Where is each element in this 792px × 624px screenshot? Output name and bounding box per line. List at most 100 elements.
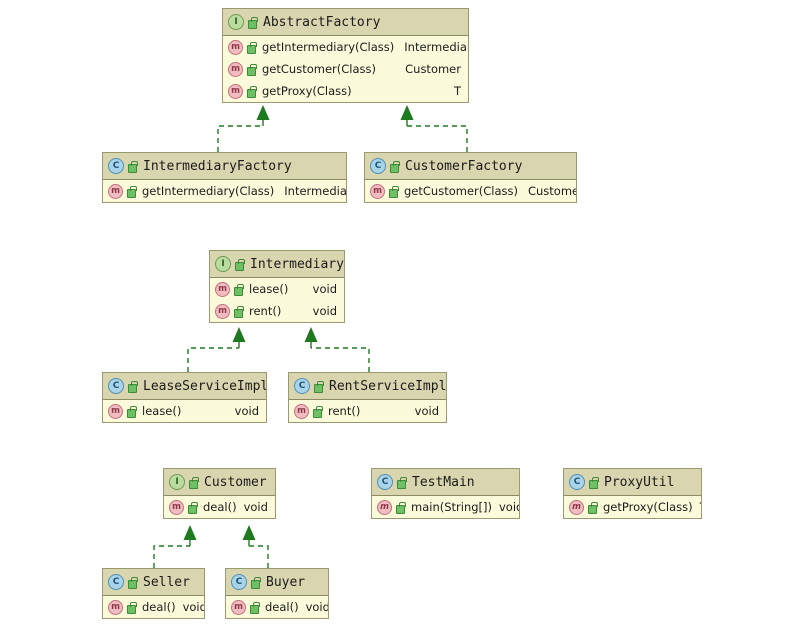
member-name: getProxy(Class): [262, 84, 352, 98]
uml-node-testmain[interactable]: C TestMain m main(String[]) void: [371, 468, 520, 519]
node-header[interactable]: C Seller: [103, 569, 204, 596]
member-name: getCustomer(Class): [262, 62, 376, 76]
member-row[interactable]: m getIntermediary(Class) Intermediary: [103, 180, 346, 202]
member-row[interactable]: m lease() void: [210, 278, 344, 300]
member-row[interactable]: m deal() void: [164, 496, 275, 518]
uml-node-customer[interactable]: I Customer m deal() void: [163, 468, 276, 519]
uml-node-customerfactory[interactable]: C CustomerFactory m getCustomer(Class) C…: [364, 152, 577, 203]
method-icon: m: [215, 303, 230, 319]
public-visibility-icon: [127, 160, 138, 173]
public-visibility-icon: [187, 501, 198, 514]
interface-icon: I: [169, 474, 185, 490]
public-visibility-icon: [246, 41, 257, 54]
node-header[interactable]: C IntermediaryFactory: [103, 153, 346, 180]
method-icon: m: [108, 403, 123, 419]
static-method-icon: m: [377, 499, 392, 515]
member-type: void: [234, 404, 259, 418]
member-row[interactable]: m getIntermediary(Class) Intermediary: [223, 36, 468, 58]
member-row[interactable]: m getProxy(Class) T: [223, 80, 468, 102]
member-type: T: [453, 84, 461, 98]
member-name: rent(): [249, 304, 282, 318]
uml-node-intermediary[interactable]: I Intermediary m lease() void m rent() v…: [209, 250, 345, 323]
interface-icon: I: [215, 256, 231, 272]
public-visibility-icon: [389, 160, 400, 173]
node-header[interactable]: C ProxyUtil: [564, 469, 701, 496]
node-header[interactable]: C CustomerFactory: [365, 153, 576, 180]
diagram-canvas[interactable]: I AbstractFactory m getIntermediary(Clas…: [0, 0, 792, 624]
member-type: void: [312, 282, 337, 296]
public-visibility-icon: [127, 380, 138, 393]
member-type: void: [312, 304, 337, 318]
method-icon: m: [169, 499, 184, 515]
uml-node-intermediaryfactory[interactable]: C IntermediaryFactory m getIntermediary(…: [102, 152, 347, 203]
edge-customerfactory-to-abstractfactory: [406, 118, 468, 152]
uml-node-leaseserviceimpl[interactable]: C LeaseServiceImpl m lease() void: [102, 372, 267, 423]
class-icon: C: [569, 474, 585, 490]
member-name: deal(): [142, 600, 176, 614]
method-icon: m: [231, 599, 246, 615]
public-visibility-icon: [587, 501, 598, 514]
uml-node-rentserviceimpl[interactable]: C RentServiceImpl m rent() void: [288, 372, 447, 423]
member-type: void: [414, 404, 439, 418]
member-name: lease(): [249, 282, 289, 296]
class-icon: C: [108, 574, 124, 590]
node-header[interactable]: C LeaseServiceImpl: [103, 373, 266, 400]
node-title: Customer: [204, 474, 267, 490]
edge-buyer-to-customer: [248, 538, 269, 568]
member-row[interactable]: m deal() void: [103, 596, 204, 618]
node-title: Buyer: [266, 574, 306, 590]
member-type: void: [305, 600, 329, 614]
uml-node-buyer[interactable]: C Buyer m deal() void: [225, 568, 329, 619]
node-title: RentServiceImpl: [329, 378, 447, 394]
node-header[interactable]: I Intermediary: [210, 251, 344, 278]
method-icon: m: [215, 281, 230, 297]
public-visibility-icon: [250, 576, 261, 589]
member-type: Intermediary: [284, 184, 347, 198]
node-header[interactable]: I AbstractFactory: [223, 9, 468, 36]
member-row[interactable]: m getCustomer(Class) Customer: [365, 180, 576, 202]
node-members: m lease() void: [103, 400, 266, 422]
method-icon: m: [108, 599, 123, 615]
member-type: T: [700, 500, 701, 514]
node-members: m deal() void: [164, 496, 275, 518]
public-visibility-icon: [234, 258, 245, 271]
public-visibility-icon: [127, 576, 138, 589]
member-row[interactable]: m getCustomer(Class) Customer: [223, 58, 468, 80]
method-icon: m: [370, 183, 385, 199]
node-title: Seller: [143, 574, 190, 590]
member-row[interactable]: m deal() void: [226, 596, 328, 618]
member-name: getProxy(Class): [603, 500, 693, 514]
member-type: void: [243, 500, 268, 514]
member-type: void: [499, 500, 519, 514]
member-type: void: [182, 600, 205, 614]
member-name: deal(): [265, 600, 299, 614]
edge-rentserviceimpl-to-intermediary: [310, 340, 370, 372]
node-members: m getIntermediary(Class) Intermediary: [103, 180, 346, 202]
uml-node-proxyutil[interactable]: C ProxyUtil m getProxy(Class) T: [563, 468, 702, 519]
public-visibility-icon: [396, 476, 407, 489]
class-icon: C: [108, 378, 124, 394]
member-row[interactable]: m rent() void: [210, 300, 344, 322]
member-row[interactable]: m lease() void: [103, 400, 266, 422]
uml-node-abstractfactory[interactable]: I AbstractFactory m getIntermediary(Clas…: [222, 8, 469, 103]
node-header[interactable]: I Customer: [164, 469, 275, 496]
node-header[interactable]: C RentServiceImpl: [289, 373, 446, 400]
node-members: m main(String[]) void: [372, 496, 519, 518]
member-type: Customer: [405, 62, 461, 76]
public-visibility-icon: [588, 476, 599, 489]
interface-icon: I: [228, 14, 244, 30]
member-row[interactable]: m rent() void: [289, 400, 446, 422]
public-visibility-icon: [126, 185, 137, 198]
edge-seller-to-customer: [153, 538, 191, 568]
uml-node-seller[interactable]: C Seller m deal() void: [102, 568, 205, 619]
node-header[interactable]: C TestMain: [372, 469, 519, 496]
member-row[interactable]: m getProxy(Class) T: [564, 496, 701, 518]
node-members: m getIntermediary(Class) Intermediary m …: [223, 36, 468, 102]
public-visibility-icon: [246, 63, 257, 76]
node-header[interactable]: C Buyer: [226, 569, 328, 596]
member-row[interactable]: m main(String[]) void: [372, 496, 519, 518]
public-visibility-icon: [233, 305, 244, 318]
public-visibility-icon: [126, 601, 137, 614]
member-name: getIntermediary(Class): [142, 184, 275, 198]
method-icon: m: [228, 61, 243, 77]
